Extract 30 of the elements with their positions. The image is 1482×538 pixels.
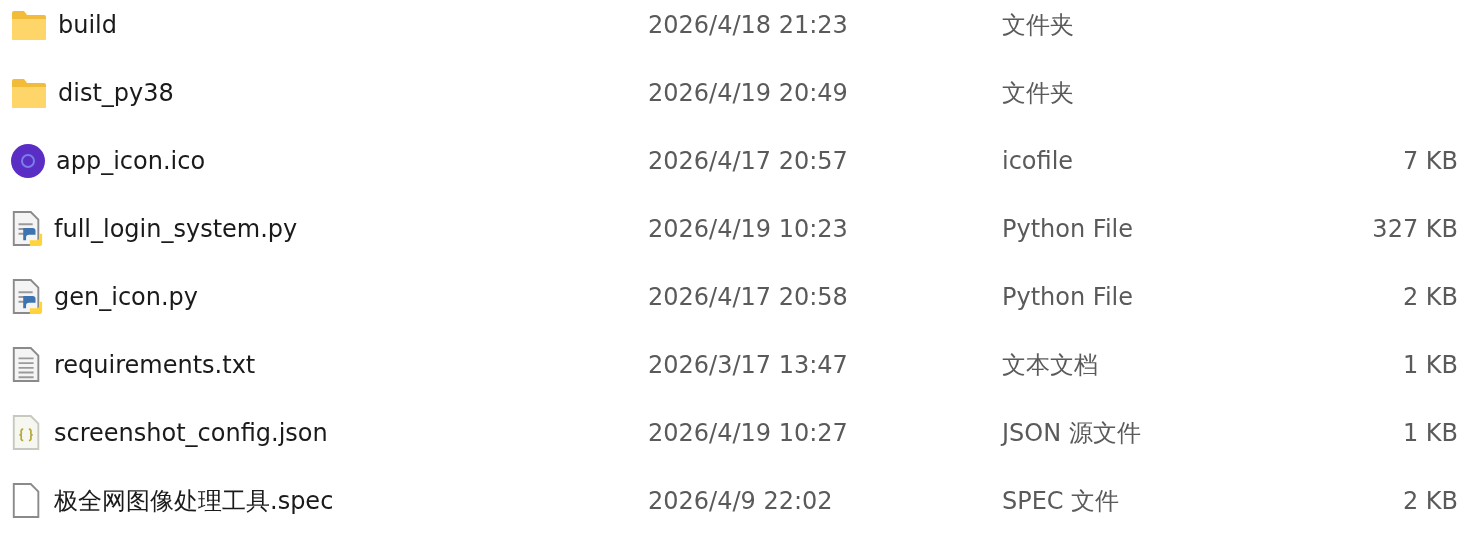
file-size: 327 KB [1371,215,1458,243]
modified-date: 2026/4/19 10:27 [648,419,849,447]
file-size: 2 KB [1401,487,1458,515]
modified-date: 2026/4/17 20:57 [648,147,849,175]
file-name[interactable]: build [58,11,117,39]
file-size: 1 KB [1401,351,1458,379]
file-size: 2 KB [1401,283,1458,311]
file-name[interactable]: requirements.txt [54,351,256,379]
file-type: 文件夹 [1002,78,1075,109]
modified-date: 2026/4/17 20:58 [648,283,849,311]
file-name[interactable]: dist_py38 [58,79,174,107]
modified-date: 2026/4/18 21:23 [648,11,849,39]
file-size: 1 KB [1401,419,1458,447]
file-type: icofile [1002,147,1075,175]
file-type: Python File [1002,215,1134,243]
file-type: 文件夹 [1002,10,1075,41]
file-type: 文本文档 [1002,350,1099,381]
file-name[interactable]: 极全网图像处理工具.spec [54,485,334,517]
modified-date: 2026/4/9 22:02 [648,487,834,515]
file-name[interactable]: gen_icon.py [54,283,199,311]
file-name[interactable]: full_login_system.py [54,215,298,243]
file-size: 7 KB [1401,147,1458,175]
modified-date: 2026/4/19 20:49 [648,79,849,107]
file-type: Python File [1002,283,1134,311]
file-type: JSON 源文件 [1002,418,1142,449]
file-name[interactable]: screenshot_config.json [54,419,328,447]
file-type: SPEC 文件 [1002,486,1121,517]
modified-date: 2026/3/17 13:47 [648,351,849,379]
modified-date: 2026/4/19 10:23 [648,215,849,243]
file-name[interactable]: app_icon.ico [56,147,206,175]
